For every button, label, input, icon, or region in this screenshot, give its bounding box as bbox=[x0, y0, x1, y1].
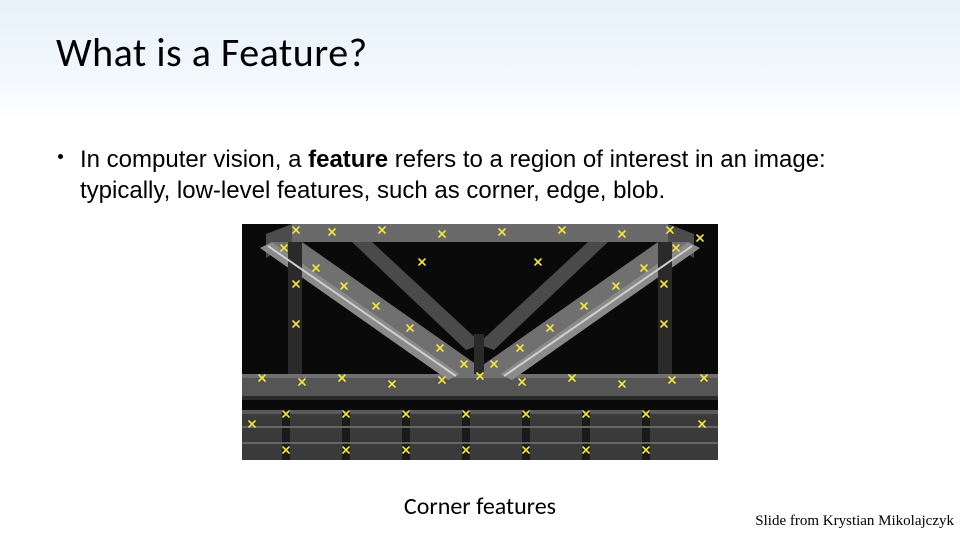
bullet-text: In computer vision, a feature refers to … bbox=[56, 144, 920, 206]
slide-attribution: Slide from Krystian Mikolajczyk bbox=[755, 513, 954, 530]
bullet-bold: feature bbox=[308, 146, 388, 173]
bullet-item: In computer vision, a feature refers to … bbox=[56, 144, 920, 206]
corner-features-figure bbox=[242, 224, 718, 460]
bullet-dot bbox=[58, 154, 63, 159]
bullet-pre: In computer vision, a bbox=[80, 146, 308, 173]
slide-title: What is a Feature? bbox=[56, 28, 368, 77]
